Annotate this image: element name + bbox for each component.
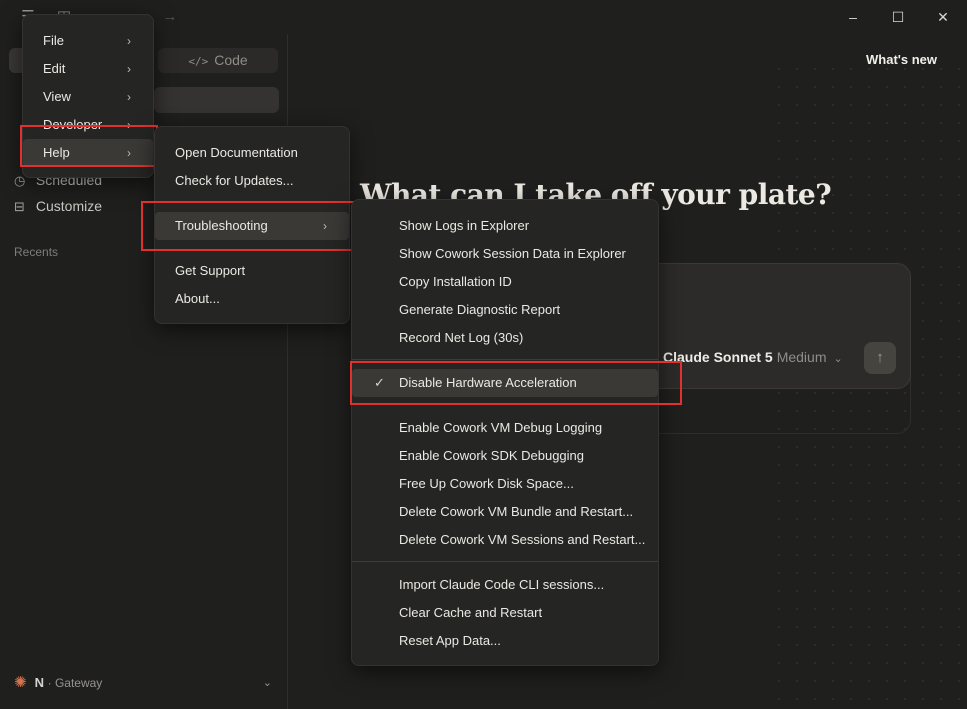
menu-item-edit[interactable]: Edit ›: [23, 55, 153, 83]
menu-item-import-cli-sessions[interactable]: Import Claude Code CLI sessions...: [352, 571, 658, 599]
sidebar-search-box[interactable]: [154, 87, 279, 113]
menu-item-file[interactable]: File ›: [23, 27, 153, 55]
troubleshooting-submenu: Show Logs in Explorer Show Cowork Sessio…: [351, 199, 659, 666]
menu-item-show-logs[interactable]: Show Logs in Explorer: [352, 212, 658, 240]
menu-item-view[interactable]: View ›: [23, 83, 153, 111]
menu-item-free-disk-space[interactable]: Free Up Cowork Disk Space...: [352, 470, 658, 498]
menu-item-generate-diagnostic-report[interactable]: Generate Diagnostic Report: [352, 296, 658, 324]
claude-logo-icon: ✺: [14, 674, 27, 691]
menu-separator: [352, 359, 658, 360]
menu-item-reset-app-data[interactable]: Reset App Data...: [352, 627, 658, 655]
send-button[interactable]: ↑: [864, 342, 896, 374]
menu-item-enable-sdk-debugging[interactable]: Enable Cowork SDK Debugging: [352, 442, 658, 470]
menu-item-delete-vm-bundle[interactable]: Delete Cowork VM Bundle and Restart...: [352, 498, 658, 526]
menu-item-open-documentation[interactable]: Open Documentation: [155, 139, 349, 167]
chevron-down-icon: ⌄: [830, 353, 843, 365]
highlight-box-troubleshooting: [141, 201, 361, 251]
sidebar-item-customize[interactable]: ⊟ Customize: [14, 196, 102, 216]
menu-item-show-session-data[interactable]: Show Cowork Session Data in Explorer: [352, 240, 658, 268]
code-icon: </>: [188, 55, 209, 68]
chevron-right-icon: ›: [127, 62, 131, 76]
menu-item-check-updates[interactable]: Check for Updates...: [155, 167, 349, 195]
forward-arrow-icon[interactable]: →: [160, 8, 180, 28]
mode-tab-code[interactable]: </> Code: [158, 48, 278, 73]
account-switcher[interactable]: ✺ N · Gateway ⌄: [14, 673, 276, 693]
briefcase-icon: ⊟: [14, 199, 25, 214]
menu-item-copy-installation-id[interactable]: Copy Installation ID: [352, 268, 658, 296]
chevron-right-icon: ›: [127, 90, 131, 104]
menu-item-clear-cache[interactable]: Clear Cache and Restart: [352, 599, 658, 627]
menu-item-get-support[interactable]: Get Support: [155, 257, 349, 285]
recents-heading: Recents: [14, 245, 59, 259]
arrow-up-icon: ↑: [876, 349, 884, 366]
menu-item-about[interactable]: About...: [155, 285, 349, 313]
menu-separator: [352, 561, 658, 562]
menu-item-delete-vm-sessions[interactable]: Delete Cowork VM Sessions and Restart...: [352, 526, 658, 554]
highlight-box-help: [20, 125, 158, 167]
chevron-right-icon: ›: [127, 34, 131, 48]
whats-new-link[interactable]: What's new: [866, 52, 937, 67]
maximize-icon[interactable]: ☐: [886, 7, 910, 27]
chevron-down-icon: ⌄: [262, 677, 272, 689]
highlight-box-hardware-acceleration: [350, 361, 682, 405]
close-icon[interactable]: ✕: [931, 7, 955, 27]
minimize-icon[interactable]: –: [841, 7, 865, 27]
model-selector[interactable]: Claude Sonnet 5 Medium ⌄: [663, 349, 843, 365]
menu-item-enable-vm-debug-logging[interactable]: Enable Cowork VM Debug Logging: [352, 414, 658, 442]
menu-item-record-net-log[interactable]: Record Net Log (30s): [352, 324, 658, 352]
